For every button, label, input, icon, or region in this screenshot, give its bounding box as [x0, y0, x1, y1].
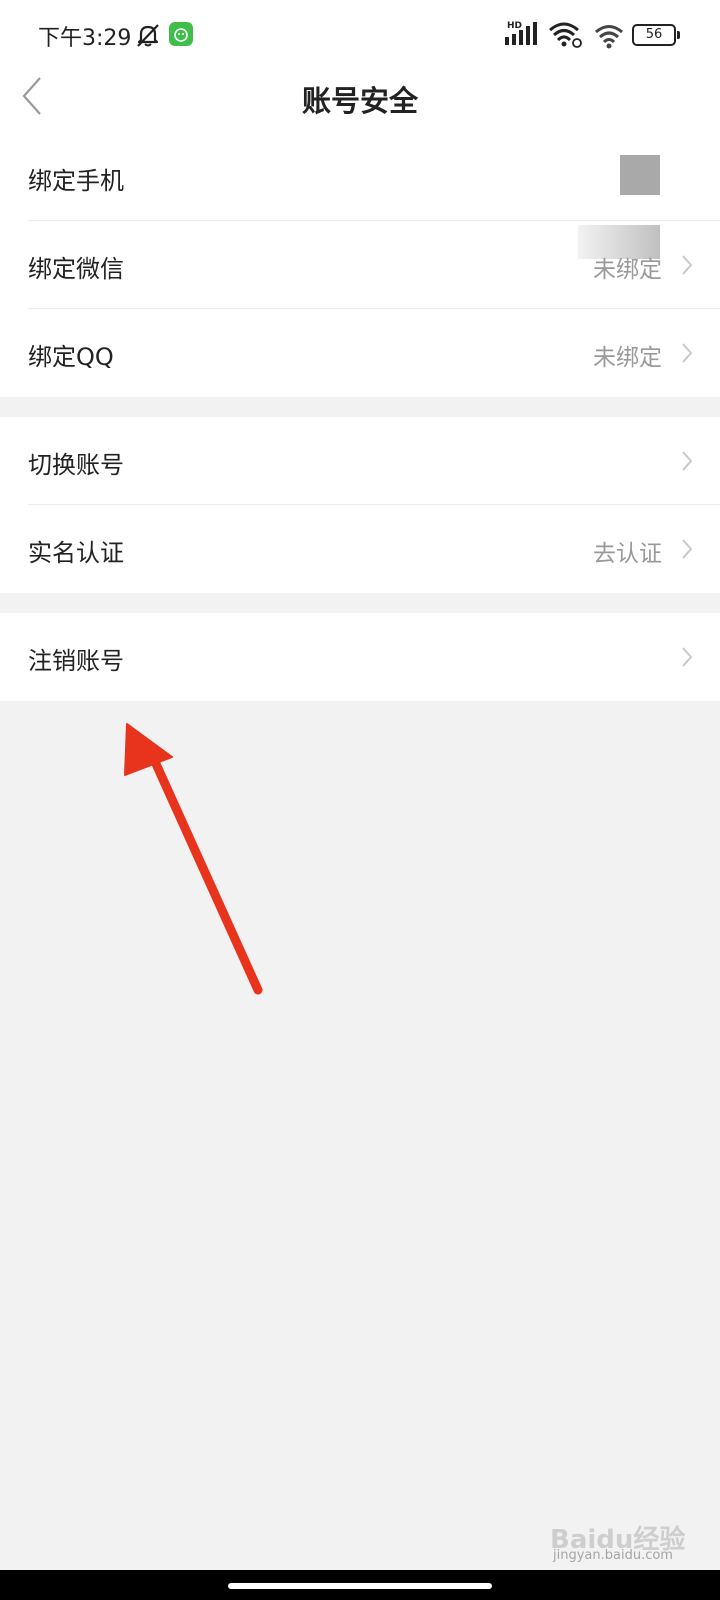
row-label: 绑定手机	[28, 167, 124, 195]
row-value: 去认证	[593, 541, 662, 567]
binding-group: 绑定手机 绑定微信 未绑定 绑定QQ 未绑定	[0, 133, 720, 397]
wifi-icon	[549, 22, 582, 48]
row-value: 未绑定	[593, 345, 662, 371]
row-bind-wechat[interactable]: 绑定微信 未绑定	[0, 221, 720, 309]
battery-level: 56	[645, 27, 663, 42]
signal-icon	[505, 22, 537, 45]
status-time: 下午3:29	[38, 26, 132, 51]
account-group: 切换账号 实名认证 去认证	[0, 417, 720, 593]
gesture-bar	[0, 1570, 720, 1600]
page-title: 账号安全	[301, 84, 418, 118]
row-label: 切换账号	[28, 451, 124, 479]
row-bind-qq[interactable]: 绑定QQ 未绑定	[0, 309, 720, 397]
row-switch-account[interactable]: 切换账号	[0, 417, 720, 505]
watermark-url: jingyan.baidu.com	[553, 1548, 673, 1563]
wifi-icon	[595, 25, 623, 49]
row-label: 注销账号	[28, 647, 124, 675]
chevron-right-icon	[682, 255, 693, 275]
bell-off-icon	[137, 24, 159, 47]
row-bind-phone[interactable]: 绑定手机	[0, 133, 720, 221]
row-label: 绑定微信	[28, 255, 124, 283]
battery-tip	[677, 31, 680, 39]
battery-icon: 56	[632, 24, 676, 46]
row-label: 实名认证	[28, 539, 124, 567]
chevron-right-icon	[682, 451, 693, 471]
app-notification-icon	[169, 22, 193, 46]
row-deactivate-account[interactable]: 注销账号	[0, 613, 720, 701]
row-real-name-verification[interactable]: 实名认证 去认证	[0, 505, 720, 593]
chevron-right-icon	[682, 343, 693, 363]
home-indicator[interactable]	[228, 1583, 492, 1589]
chevron-right-icon	[682, 539, 693, 559]
deactivate-group: 注销账号	[0, 613, 720, 701]
chevron-right-icon	[682, 647, 693, 667]
nav-bar: 账号安全	[0, 62, 720, 132]
redaction-mask	[578, 225, 660, 259]
row-label: 绑定QQ	[28, 343, 114, 371]
redaction-mask	[620, 155, 660, 195]
